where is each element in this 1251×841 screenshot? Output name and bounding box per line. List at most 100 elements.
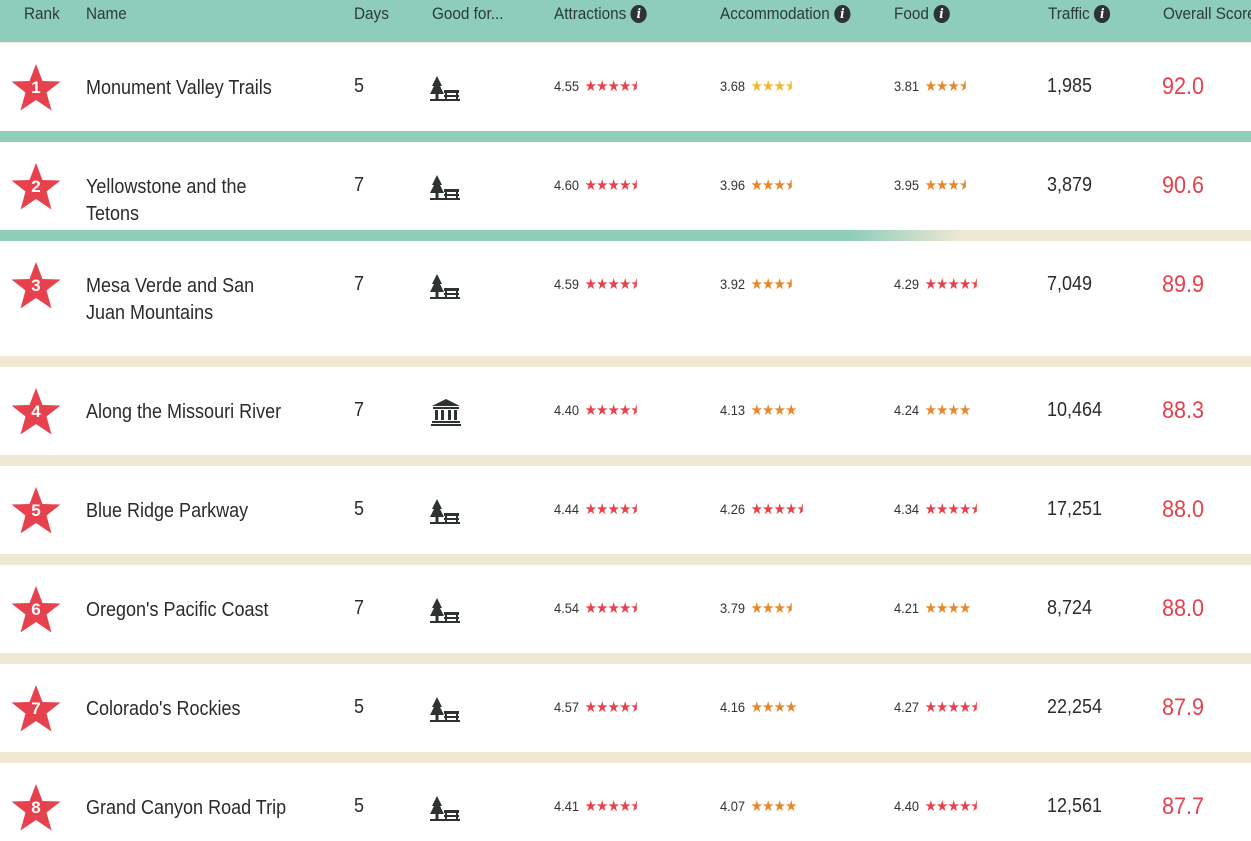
attractions-rating: 4.44★★★★★ (554, 500, 637, 518)
days-value: 7 (354, 273, 365, 295)
rank-number: 8 (31, 798, 41, 817)
rating-stars-icon: ★★★★ (924, 77, 966, 95)
route-name[interactable]: Yellowstone and the Tetons (86, 174, 293, 228)
accommodation-value: 3.79 (720, 600, 746, 616)
rating-stars-icon: ★★★★ (924, 401, 972, 419)
rank-number: 6 (31, 600, 41, 619)
accommodation-rating: 3.68★★★★ (720, 77, 791, 95)
name-header[interactable]: Name (86, 4, 127, 24)
route-name[interactable]: Mesa Verde and San Juan Mountains (86, 273, 293, 327)
traffic-header[interactable]: Traffic i (1048, 4, 1111, 24)
accommodation-value: 3.92 (720, 276, 746, 292)
info-icon[interactable]: i (933, 5, 950, 23)
nature-icon (430, 695, 462, 723)
rating-stars-icon: ★★★★ (750, 599, 792, 617)
traffic-value: 3,879 (1047, 174, 1093, 196)
info-icon[interactable]: i (1094, 5, 1111, 23)
route-name[interactable]: Oregon's Pacific Coast (86, 597, 293, 624)
food-rating: 3.95★★★★ (894, 176, 965, 194)
route-name[interactable]: Along the Missouri River (86, 399, 293, 426)
attractions-value: 4.57 (554, 699, 580, 715)
rating-stars-icon: ★★★★ (750, 275, 792, 293)
accommodation-value: 4.07 (720, 798, 746, 814)
rank-star-icon: 1 (10, 63, 62, 113)
rating-stars-icon: ★★★★★ (750, 500, 803, 518)
attractions-rating: 4.59★★★★★ (554, 275, 637, 293)
overall-score-value: 88.3 (1162, 397, 1205, 424)
food-rating: 4.40★★★★★ (894, 797, 977, 815)
food-value: 4.24 (894, 402, 920, 418)
nature-icon (430, 794, 462, 822)
rating-stars-icon: ★★★★★ (584, 599, 637, 617)
days-header[interactable]: Days (354, 4, 389, 24)
table-row[interactable]: 4Along the Missouri River74.40★★★★★4.13★… (0, 367, 1251, 455)
days-value: 5 (354, 75, 365, 97)
row-divider (0, 455, 1251, 466)
days-header-label: Days (354, 4, 389, 23)
rank-number: 1 (31, 78, 41, 97)
accommodation-header-label: Accommodation (720, 4, 830, 23)
table-row[interactable]: 1Monument Valley Trails54.55★★★★★3.68★★★… (0, 43, 1251, 131)
food-value: 4.27 (894, 699, 920, 715)
overall-score-header[interactable]: Overall Score (1163, 4, 1251, 24)
food-value: 3.95 (894, 177, 920, 193)
attractions-value: 4.60 (554, 177, 580, 193)
route-name[interactable]: Monument Valley Trails (86, 75, 293, 102)
attractions-rating: 4.41★★★★★ (554, 797, 637, 815)
traffic-value: 12,561 (1047, 795, 1103, 817)
rank-star-icon: 4 (10, 387, 62, 437)
food-rating: 4.29★★★★★ (894, 275, 977, 293)
overall-score-value: 88.0 (1162, 496, 1205, 523)
traffic-header-label: Traffic (1048, 4, 1090, 23)
rank-number: 5 (31, 501, 41, 520)
rank-star-icon: 2 (10, 162, 62, 212)
row-divider (0, 653, 1251, 664)
accommodation-rating: 4.13 ★ ★ ★ ★ (720, 401, 797, 419)
nature-icon (430, 74, 462, 102)
table-row[interactable]: 2 Yellowstone and the Tetons 7 4.60★★★★★ 3.9… (0, 142, 1251, 230)
route-name[interactable]: Grand Canyon Road Trip (86, 795, 293, 822)
rating-stars-icon: ★★★★★ (584, 77, 637, 95)
route-name[interactable]: Blue Ridge Parkway (86, 498, 293, 525)
route-name[interactable]: Colorado's Rockies (86, 696, 293, 723)
good-for-header-label: Good for... (432, 4, 504, 23)
info-icon[interactable]: i (834, 5, 851, 23)
overall-score-value: 87.9 (1162, 694, 1205, 721)
rank-number: 4 (31, 402, 41, 421)
table-row[interactable]: 3 Mesa Verde and San Juan Mountains 7 4.59 ★… (0, 241, 1251, 356)
table-row[interactable]: 5Blue Ridge Parkway54.44★★★★★4.26★★★★★4.… (0, 466, 1251, 554)
table-header: Rank Name Days Good for... Attractions i … (0, 0, 1251, 42)
row-divider (0, 356, 1251, 367)
food-value: 4.34 (894, 501, 920, 517)
museum-icon (430, 398, 462, 426)
accommodation-header[interactable]: Accommodation i (720, 4, 851, 24)
accommodation-rating: 3.92★★★★ (720, 275, 791, 293)
good-for-header[interactable]: Good for... (432, 4, 503, 24)
table-row[interactable]: 6Oregon's Pacific Coast74.54★★★★★3.79★★★… (0, 565, 1251, 653)
rating-stars-icon: ★★★★★ (584, 176, 637, 194)
info-icon[interactable]: i (630, 5, 647, 23)
row-divider (0, 752, 1251, 763)
attractions-header[interactable]: Attractions i (554, 4, 647, 24)
accommodation-value: 4.26 (720, 501, 746, 517)
table-row[interactable]: 7Colorado's Rockies54.57★★★★★4.16★★★★4.2… (0, 664, 1251, 752)
attractions-value: 4.40 (554, 402, 580, 418)
rating-stars-icon: ★★★★★ (584, 401, 637, 419)
attractions-value: 4.44 (554, 501, 580, 517)
attractions-value: 4.59 (554, 276, 580, 292)
table-row[interactable]: 8Grand Canyon Road Trip54.41★★★★★4.07★★★… (0, 763, 1251, 841)
overall-score-value: 89.9 (1162, 271, 1205, 298)
accommodation-rating: 4.26★★★★★ (720, 500, 803, 518)
rank-header[interactable]: Rank (24, 4, 60, 24)
food-header[interactable]: Food i (894, 4, 950, 24)
traffic-value: 1,985 (1047, 75, 1093, 97)
rating-stars-icon: ★★★★★ (924, 500, 977, 518)
days-value: 5 (354, 795, 365, 817)
rank-header-label: Rank (24, 4, 60, 23)
traffic-value: 17,251 (1047, 498, 1103, 520)
food-rating: 4.21 ★ ★ ★ ★ (894, 599, 972, 617)
accommodation-value: 4.16 (720, 699, 746, 715)
rating-stars-icon: ★★★★ (924, 599, 972, 617)
overall-score-value: 88.0 (1162, 595, 1205, 622)
rank-number: 2 (31, 177, 41, 196)
